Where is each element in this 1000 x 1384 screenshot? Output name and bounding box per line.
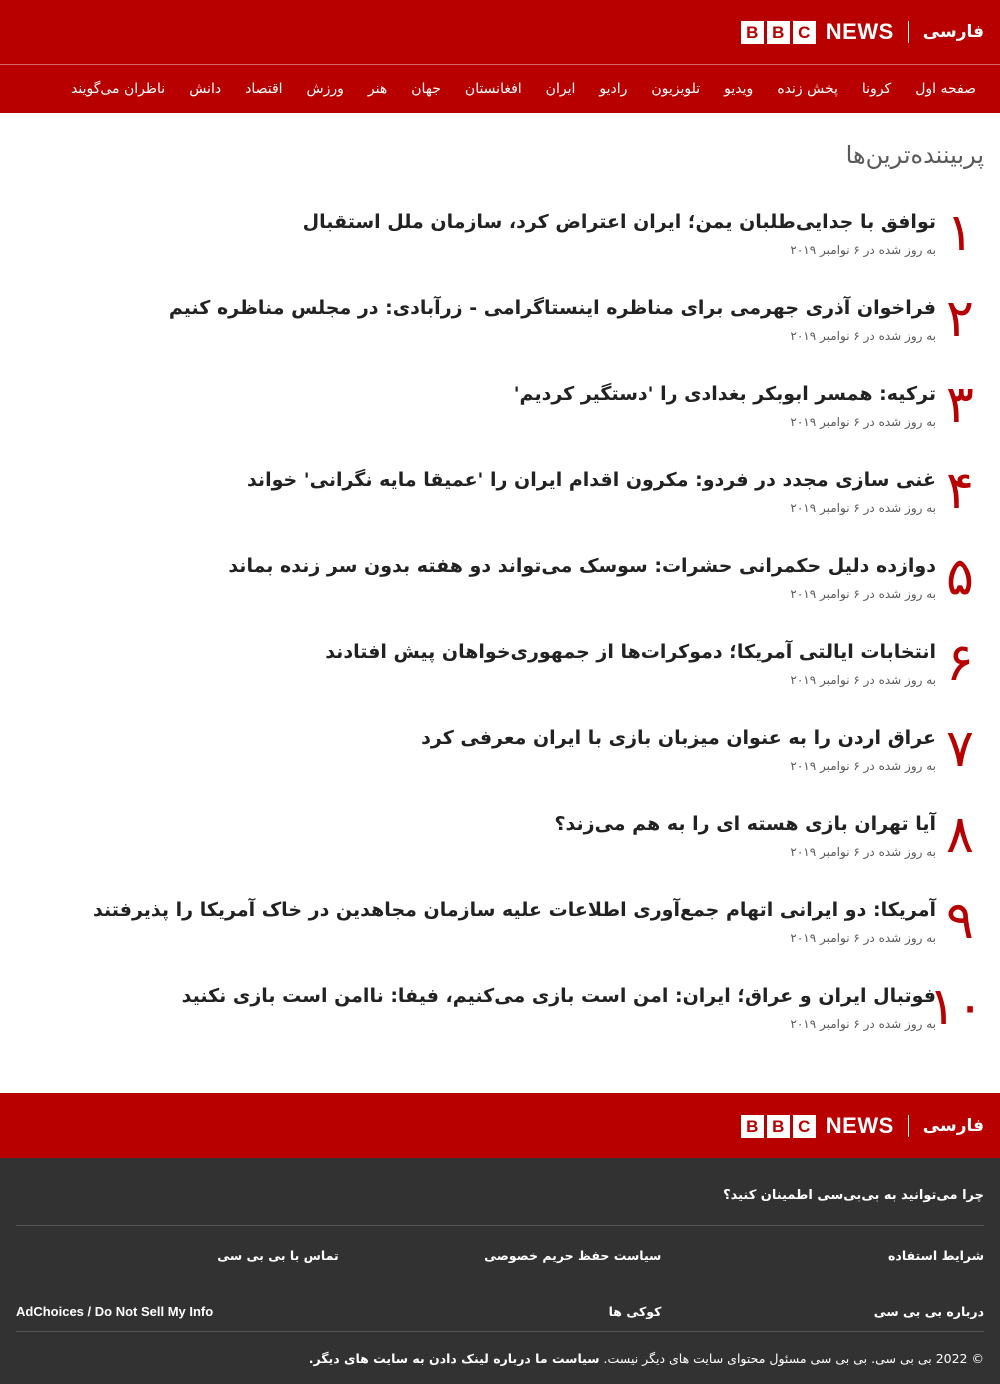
rank-number: ۱ [946,203,974,263]
updated-date: به روز شده در ۶ نوامبر ۲۰۱۹ [790,1017,936,1031]
list-item-body: آمریکا: دو ایرانی اتهام جمع‌آوری اطلاعات… [93,891,936,945]
rank-number: ۹ [946,891,974,951]
list-item-body: انتخابات ایالتی آمریکا؛ دموکرات‌ها از جم… [325,633,936,687]
nav-item-corona[interactable]: کرونا [850,65,903,113]
updated-date: به روز شده در ۶ نوامبر ۲۰۱۹ [790,845,936,859]
nav-item-economy[interactable]: اقتصاد [233,65,294,113]
list-item-body: غنی سازی مجدد در فردو: مکرون اقدام ایران… [247,461,936,515]
nav-item-video[interactable]: ویدیو [712,65,765,113]
list-item-body: ترکیه: همسر ابوبکر بغدادی را 'دستگیر کرد… [514,375,936,429]
bbc-logo-letter: B [766,20,790,44]
headline-link[interactable]: فراخوان آذری جهرمی برای مناظره اینستاگرا… [169,297,936,319]
headline-link[interactable]: انتخابات ایالتی آمریکا؛ دموکرات‌ها از جم… [325,641,936,663]
updated-date: به روز شده در ۶ نوامبر ۲۰۱۹ [790,931,936,945]
updated-date: به روز شده در ۶ نوامبر ۲۰۱۹ [790,673,936,687]
updated-date: به روز شده در ۶ نوامبر ۲۰۱۹ [790,329,936,343]
bbc-logo: B B C [740,1114,816,1138]
headline-link[interactable]: دوازده دلیل حکمرانی حشرات: سوسک می‌تواند… [228,555,936,577]
list-item: ۳ ترکیه: همسر ابوبکر بغدادی را 'دستگیر کر… [16,375,984,461]
nav-item-observers[interactable]: ناظران می‌گویند [59,65,177,113]
list-item-body: آیا تهران بازی هسته ای را به هم می‌زند؟ ب… [555,805,937,859]
headline-link[interactable]: توافق با جدایی‌طلبان یمن؛ ایران اعتراض ک… [303,211,936,233]
list-item: ۴ غنی سازی مجدد در فردو: مکرون اقدام ایرا… [16,461,984,547]
nav-item-sport[interactable]: ورزش [295,65,356,113]
most-read-list: ۱ توافق با جدایی‌طلبان یمن؛ ایران اعتراض … [0,203,1000,1063]
page-title: پربیننده‌ترین‌ها [845,141,984,169]
list-item-body: توافق با جدایی‌طلبان یمن؛ ایران اعتراض ک… [303,203,936,257]
main-navigation: صفحه اول کرونا پخش زنده ویدیو تلویزیون ر… [0,64,1000,113]
brand-divider [907,1115,909,1137]
list-item-body: دوازده دلیل حکمرانی حشرات: سوسک می‌تواند… [228,547,936,601]
nav-item-world[interactable]: جهان [399,65,453,113]
nav-item-iran[interactable]: ایران [534,65,588,113]
rank-number: ۱۰ [928,977,984,1037]
bbc-logo-letter: B [740,1114,764,1138]
brand-divider [907,21,909,43]
about-link[interactable]: درباره بی بی سی [661,1304,984,1332]
rank-number: ۸ [946,805,974,865]
footer-trust-row: چرا می‌توانید به بی‌بی‌سی اطمینان کنید؟ [16,1158,984,1226]
nav-item-arts[interactable]: هنر [356,65,399,113]
list-item: ۸ آیا تهران بازی هسته ای را به هم می‌زند؟… [16,805,984,891]
updated-date: به روز شده در ۶ نوامبر ۲۰۱۹ [790,501,936,515]
footer-links: شرایط استفاده سیاست حفظ حریم خصوصی تماس … [16,1226,984,1332]
footer-brand-bar: B B C NEWS فارسی [0,1093,1000,1158]
contact-link[interactable]: تماس با بی بی سی [16,1248,338,1276]
bbc-news-farsi-logo[interactable]: B B C NEWS فارسی [740,1112,984,1140]
headline-link[interactable]: عراق اردن را به عنوان میزبان بازی با ایر… [421,727,936,749]
news-wordmark: NEWS [825,1113,894,1138]
updated-date: به روز شده در ۶ نوامبر ۲۰۱۹ [790,415,936,429]
nav-item-home[interactable]: صفحه اول [903,65,988,113]
bbc-logo-letter: B [740,20,764,44]
nav-item-afghanistan[interactable]: افغانستان [453,65,534,113]
external-linking-policy-link[interactable]: سیاست ما درباره لینک دادن به سایت های دی… [309,1351,600,1366]
headline-link[interactable]: آمریکا: دو ایرانی اتهام جمع‌آوری اطلاعات… [93,899,936,921]
list-item: ۱ توافق با جدایی‌طلبان یمن؛ ایران اعتراض … [16,203,984,289]
service-name: فارسی [922,22,984,42]
rank-number: ۵ [946,547,974,607]
news-wordmark: NEWS [825,19,894,44]
headline-link[interactable]: آیا تهران بازی هسته ای را به هم می‌زند؟ [555,813,937,835]
rank-number: ۷ [946,719,974,779]
nav-item-live[interactable]: پخش زنده [765,65,850,113]
list-item: ۹ آمریکا: دو ایرانی اتهام جمع‌آوری اطلاعا… [16,891,984,977]
updated-date: به روز شده در ۶ نوامبر ۲۰۱۹ [790,759,936,773]
list-item: ۱۰ فوتبال ایران و عراق؛ ایران: امن است با… [16,977,984,1063]
trust-bbc-link[interactable]: چرا می‌توانید به بی‌بی‌سی اطمینان کنید؟ [723,1188,984,1203]
list-item-body: فراخوان آذری جهرمی برای مناظره اینستاگرا… [169,289,936,343]
rank-number: ۶ [946,633,974,693]
rank-number: ۳ [946,375,974,435]
nav-item-radio[interactable]: رادیو [587,65,639,113]
most-read-section: پربیننده‌ترین‌ها ۱ توافق با جدایی‌طلبان ی… [0,113,1000,1063]
cookies-link[interactable]: کوکی ها [339,1304,662,1332]
headline-link[interactable]: ترکیه: همسر ابوبکر بغدادی را 'دستگیر کرد… [514,383,936,405]
site-header: B B C NEWS فارسی [0,0,1000,64]
list-item: ۶ انتخابات ایالتی آمریکا؛ دموکرات‌ها از ج… [16,633,984,719]
updated-date: به روز شده در ۶ نوامبر ۲۰۱۹ [790,243,936,257]
list-item: ۲ فراخوان آذری جهرمی برای مناظره اینستاگر… [16,289,984,375]
bbc-logo-letter: C [792,20,816,44]
bbc-logo: B B C [740,20,816,44]
updated-date: به روز شده در ۶ نوامبر ۲۰۱۹ [790,587,936,601]
nav-item-tv[interactable]: تلویزیون [639,65,712,113]
copyright-text: © 2022 بی بی سی. بی بی سی مسئول محتوای س… [603,1351,984,1366]
nav-item-science[interactable]: دانش [177,65,233,113]
service-name: فارسی [922,1116,984,1136]
terms-link[interactable]: شرایط استفاده [661,1248,984,1276]
bbc-logo-letter: B [766,1114,790,1138]
list-item-body: عراق اردن را به عنوان میزبان بازی با ایر… [421,719,936,773]
rank-number: ۴ [946,461,974,521]
copyright: © 2022 بی بی سی. بی بی سی مسئول محتوای س… [16,1332,984,1366]
list-item-body: فوتبال ایران و عراق؛ ایران: امن است بازی… [182,977,936,1031]
adchoices-link[interactable]: AdChoices / Do Not Sell My Info [16,1304,339,1332]
headline-link[interactable]: غنی سازی مجدد در فردو: مکرون اقدام ایران… [247,469,936,491]
headline-link[interactable]: فوتبال ایران و عراق؛ ایران: امن است بازی… [182,985,936,1007]
rank-number: ۲ [946,289,974,349]
privacy-link[interactable]: سیاست حفظ حریم خصوصی [339,1248,661,1276]
bbc-logo-letter: C [792,1114,816,1138]
list-item: ۵ دوازده دلیل حکمرانی حشرات: سوسک می‌توان… [16,547,984,633]
bbc-news-farsi-logo[interactable]: B B C NEWS فارسی [740,18,984,46]
site-footer: چرا می‌توانید به بی‌بی‌سی اطمینان کنید؟ … [0,1158,1000,1384]
list-item: ۷ عراق اردن را به عنوان میزبان بازی با ای… [16,719,984,805]
